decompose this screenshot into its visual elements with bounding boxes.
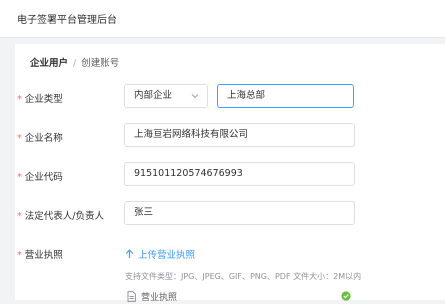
app-title: 电子签署平台管理后台 bbox=[17, 15, 117, 26]
required-mark: * bbox=[17, 172, 22, 183]
branch-value: 上海总部 bbox=[227, 90, 266, 101]
document-icon bbox=[127, 291, 136, 302]
breadcrumb: 企业用户 / 创建账号 bbox=[30, 55, 119, 69]
required-mark: * bbox=[17, 133, 22, 144]
required-mark: * bbox=[17, 94, 22, 105]
upload-license-label: 上传营业执照 bbox=[138, 250, 196, 261]
company-type-label: * 企业类型 bbox=[17, 94, 63, 105]
branch-input[interactable]: 上海总部 bbox=[217, 84, 354, 108]
company-code-input[interactable]: 915101120574676993 bbox=[124, 162, 355, 186]
uploaded-file-item[interactable]: 营业执照 bbox=[125, 290, 353, 304]
required-mark: * bbox=[17, 211, 22, 222]
company-code-value: 915101120574676993 bbox=[134, 168, 243, 179]
upload-arrow-icon bbox=[125, 249, 134, 258]
breadcrumb-parent[interactable]: 企业用户 bbox=[30, 58, 68, 69]
uploaded-file-name: 营业执照 bbox=[141, 293, 178, 303]
legal-rep-label: * 法定代表人/负责人 bbox=[17, 211, 104, 222]
top-bar: 电子签署平台管理后台 bbox=[0, 0, 445, 38]
company-name-input[interactable]: 上海亘岩网络科技有限公司 bbox=[124, 123, 355, 147]
company-type-select[interactable]: 内部企业 bbox=[124, 84, 208, 108]
breadcrumb-separator: / bbox=[73, 58, 77, 69]
upload-hint: 支持文件类型：JPG、JPEG、GIF、PNG、PDF 文件大小：2M以内 bbox=[125, 272, 362, 281]
legal-rep-value: 张三 bbox=[134, 207, 154, 218]
legal-rep-input[interactable]: 张三 bbox=[124, 201, 355, 225]
required-mark: * bbox=[17, 250, 22, 261]
company-name-label: * 企业名称 bbox=[17, 133, 63, 144]
breadcrumb-current: 创建账号 bbox=[81, 58, 120, 69]
company-type-value: 内部企业 bbox=[134, 90, 173, 101]
chevron-down-icon bbox=[191, 94, 199, 99]
company-code-label: * 企业代码 bbox=[17, 172, 63, 183]
upload-license-button[interactable]: 上传营业执照 bbox=[125, 247, 195, 261]
company-name-value: 上海亘岩网络科技有限公司 bbox=[134, 129, 249, 140]
license-label: * 营业执照 bbox=[17, 250, 63, 261]
